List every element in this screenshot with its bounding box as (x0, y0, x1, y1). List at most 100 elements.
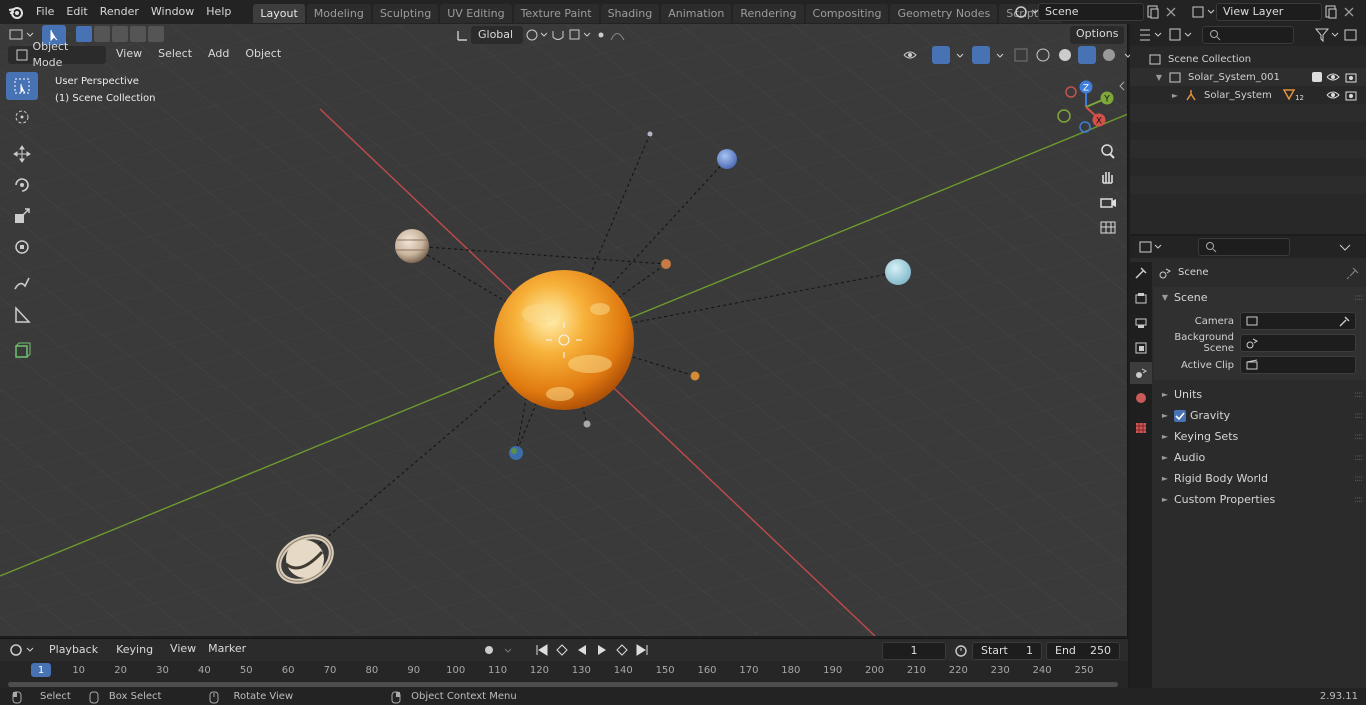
expand-caret-icon[interactable]: ▼ (1154, 73, 1164, 82)
navigation-gizmo[interactable]: Z Y X (1055, 76, 1117, 138)
current-frame-field[interactable]: 1 (882, 642, 946, 660)
camera-render-icon[interactable] (1344, 70, 1358, 84)
display-mode-icon[interactable] (1168, 26, 1196, 44)
drag-handle-icon[interactable]: :::: (1354, 495, 1363, 505)
scene-close-icon[interactable] (1162, 3, 1180, 21)
cursor-tool[interactable] (6, 103, 38, 131)
shading-material-icon[interactable] (1078, 46, 1096, 64)
record-dropdown-icon[interactable] (502, 642, 518, 658)
custom-properties-panel[interactable]: ► Custom Properties :::: (1154, 489, 1366, 510)
tab-modeling[interactable]: Modeling (306, 4, 371, 23)
scene-name-field[interactable]: Scene (1038, 3, 1144, 21)
3d-viewport[interactable] (0, 24, 1128, 636)
gravity-checkbox[interactable] (1174, 409, 1186, 422)
view-layer-close-icon[interactable] (1340, 3, 1358, 21)
background-scene-field[interactable] (1240, 334, 1356, 352)
object-mode-dropdown[interactable]: Object Mode (8, 40, 106, 69)
jump-end-icon[interactable] (634, 642, 650, 658)
exclude-checkbox[interactable] (1312, 72, 1322, 82)
tab-sculpting[interactable]: Sculpting (372, 4, 439, 23)
scene-browse-icon[interactable] (1012, 3, 1038, 21)
tab-uv-editing[interactable]: UV Editing (440, 4, 512, 23)
audio-panel[interactable]: ► Audio :::: (1154, 447, 1366, 468)
camera-field[interactable] (1240, 312, 1356, 330)
playback-dropdown[interactable]: Playback (42, 641, 106, 659)
next-keyframe-icon[interactable] (614, 642, 630, 658)
timeline-menu-view[interactable]: View (164, 641, 202, 659)
eye-icon[interactable] (1326, 70, 1340, 84)
view-layer-copy-icon[interactable] (1322, 3, 1340, 21)
tab-output[interactable] (1130, 312, 1152, 334)
drag-handle-icon[interactable]: :::: (1354, 474, 1363, 484)
eyedropper-icon[interactable] (1337, 314, 1351, 328)
tab-texture[interactable] (1130, 417, 1152, 439)
timeline-frame-area[interactable]: 1 10 20 30 40 50 60 70 80 90 100 110 120 130 140 150 160… (0, 661, 1128, 689)
end-frame-field[interactable]: End 250 (1046, 642, 1120, 660)
zoom-icon[interactable] (1098, 142, 1118, 161)
uranus-object[interactable] (885, 259, 911, 285)
properties-options-icon[interactable] (1336, 238, 1354, 256)
outliner-row-solar-system-001[interactable]: ▼ Solar_System_001 (1130, 68, 1366, 86)
drag-handle-icon[interactable]: :::: (1354, 453, 1363, 463)
add-cube-tool[interactable] (6, 336, 38, 364)
snap-target-icon[interactable] (567, 27, 593, 43)
view-layer-name-field[interactable]: View Layer (1216, 3, 1322, 21)
menu-help[interactable]: Help (200, 2, 237, 22)
tab-scene[interactable] (1130, 362, 1152, 384)
tab-render[interactable] (1130, 287, 1152, 309)
scene-copy-icon[interactable] (1144, 3, 1162, 21)
snap-icon[interactable] (549, 27, 567, 43)
tab-geometry-nodes[interactable]: Geometry Nodes (890, 4, 998, 23)
collapse-caret-icon[interactable]: ► (1170, 91, 1180, 100)
annotate-tool[interactable] (6, 270, 38, 298)
units-panel[interactable]: ► Units :::: (1154, 384, 1366, 405)
viewport-menu-add[interactable]: Add (202, 46, 235, 64)
properties-search[interactable] (1198, 238, 1290, 256)
eye-icon[interactable] (1326, 88, 1340, 102)
outliner-search[interactable] (1202, 26, 1294, 44)
xray-icon[interactable] (1012, 46, 1030, 64)
proportional-edit-icon[interactable] (593, 27, 609, 43)
prev-keyframe-icon[interactable] (554, 642, 570, 658)
drag-handle-icon[interactable]: :::: (1354, 293, 1363, 303)
gizmo-dropdown-icon[interactable] (954, 46, 968, 64)
drag-handle-icon[interactable]: :::: (1354, 432, 1363, 442)
gizmo-toggle-icon[interactable] (932, 46, 950, 64)
outliner-row-solar-system[interactable]: ► Solar_System 12 (1130, 86, 1366, 104)
play-icon[interactable] (594, 642, 610, 658)
jupiter-object[interactable] (395, 229, 429, 263)
outliner-editor-type-icon[interactable] (1138, 26, 1166, 44)
mars-object[interactable] (661, 259, 671, 269)
falloff-icon[interactable] (609, 27, 629, 43)
menu-window[interactable]: Window (145, 2, 200, 22)
shading-wireframe-icon[interactable] (1034, 46, 1052, 64)
scale-tool[interactable] (6, 202, 38, 230)
rotate-tool[interactable] (6, 171, 38, 199)
properties-editor-type-icon[interactable] (1138, 238, 1166, 256)
view-layer-browse-icon[interactable] (1190, 3, 1216, 21)
timeline-editor-type-icon[interactable] (8, 641, 38, 659)
tab-tool[interactable] (1130, 262, 1152, 284)
tab-view-layer[interactable] (1130, 337, 1152, 359)
menu-render[interactable]: Render (94, 2, 145, 22)
measure-tool[interactable] (6, 301, 38, 329)
stopwatch-icon[interactable] (953, 642, 969, 658)
mercury-object[interactable] (583, 420, 591, 428)
filter-icon[interactable] (1314, 26, 1342, 44)
scene-panel-header[interactable]: ▼ Scene :::: (1154, 287, 1366, 308)
pan-hand-icon[interactable] (1098, 167, 1118, 186)
pluto-object[interactable] (647, 131, 653, 137)
gravity-panel[interactable]: ► Gravity :::: (1154, 405, 1366, 426)
camera-view-icon[interactable] (1098, 192, 1118, 211)
tab-rendering[interactable]: Rendering (733, 4, 804, 23)
play-reverse-icon[interactable] (574, 642, 590, 658)
keying-sets-panel[interactable]: ► Keying Sets :::: (1154, 426, 1366, 447)
overlays-toggle-icon[interactable] (972, 46, 990, 64)
select-box-tool[interactable] (6, 72, 38, 100)
tab-texture-paint[interactable]: Texture Paint (513, 4, 599, 23)
orientation-dropdown[interactable]: Global (471, 26, 523, 44)
tab-world[interactable] (1130, 387, 1152, 409)
menu-edit[interactable]: Edit (60, 2, 93, 22)
overlays-dropdown-icon[interactable] (994, 46, 1008, 64)
new-collection-icon[interactable] (1342, 26, 1360, 44)
